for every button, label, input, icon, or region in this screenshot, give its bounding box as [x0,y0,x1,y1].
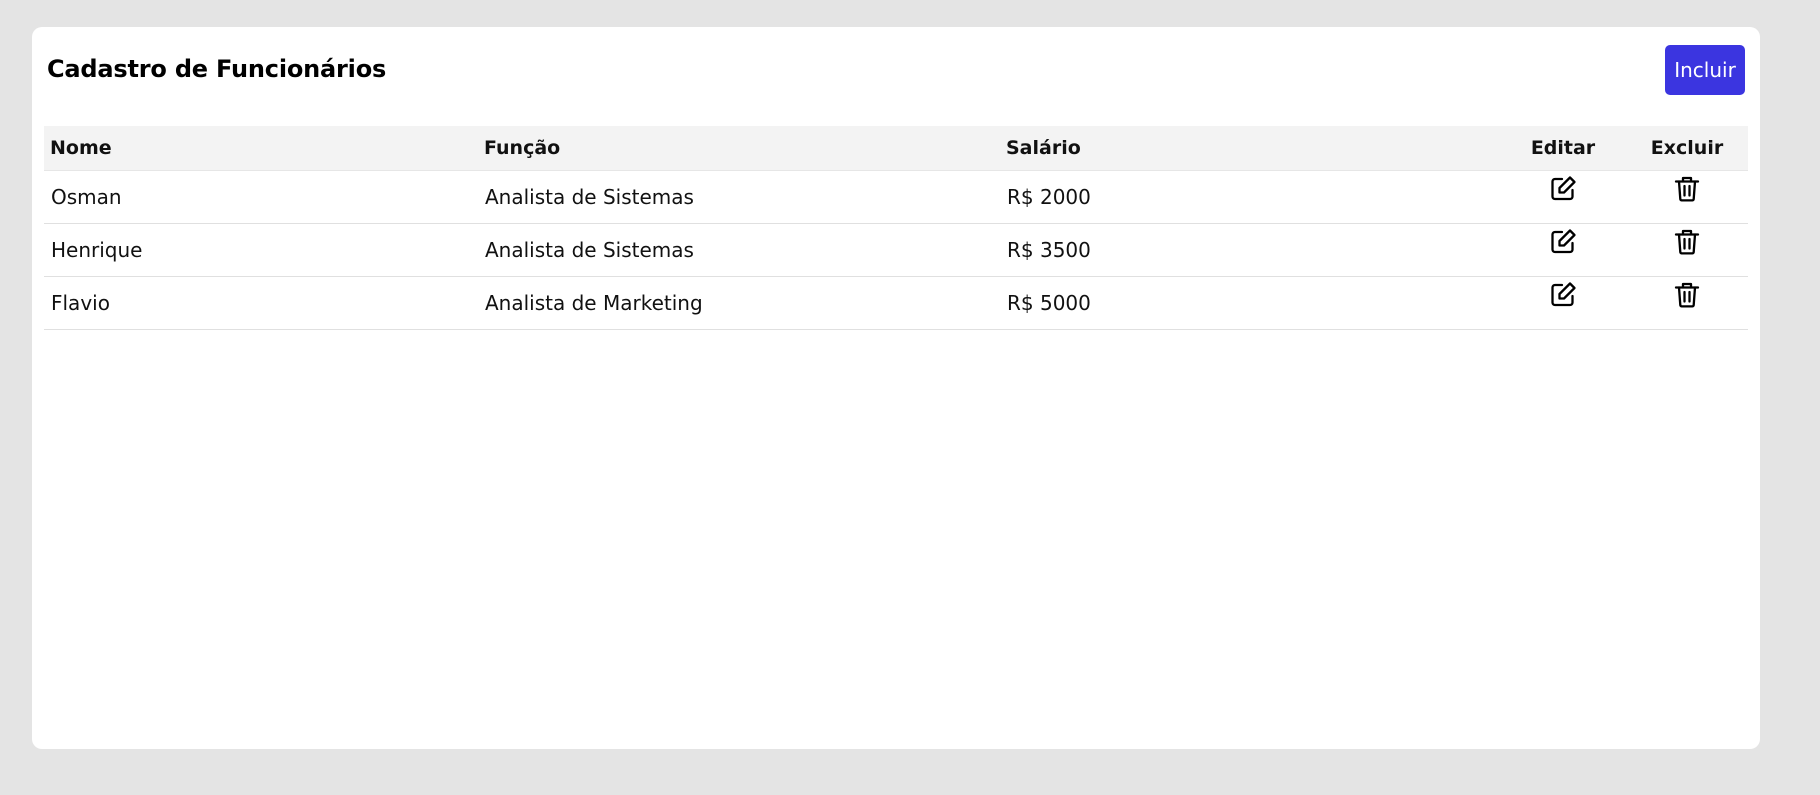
cell-nome: Osman [44,170,478,224]
cell-editar [1500,276,1626,330]
column-header-editar: Editar [1500,126,1626,171]
column-header-nome: Nome [44,126,478,171]
edit-icon[interactable] [1548,174,1578,204]
cell-editar [1500,170,1626,224]
column-header-funcao: Função [478,126,1000,171]
employee-table: Nome Função Salário Editar Excluir Osman… [44,126,1748,330]
cell-nome: Henrique [44,223,478,277]
edit-icon[interactable] [1548,280,1578,310]
employee-card: Cadastro de Funcionários Incluir Nome Fu… [32,27,1760,749]
cell-excluir [1626,276,1748,330]
table-row: Flavio Analista de Marketing R$ 5000 [44,276,1748,330]
cell-funcao: Analista de Sistemas [478,170,1000,224]
edit-icon[interactable] [1548,227,1578,257]
cell-salario: R$ 2000 [1000,170,1500,224]
column-header-salario: Salário [1000,126,1500,171]
cell-funcao: Analista de Marketing [478,276,1000,330]
cell-salario: R$ 3500 [1000,223,1500,277]
cell-funcao: Analista de Sistemas [478,223,1000,277]
cell-excluir [1626,223,1748,277]
cell-editar [1500,223,1626,277]
trash-icon[interactable] [1672,227,1702,257]
page-title: Cadastro de Funcionários [47,55,387,83]
trash-icon[interactable] [1672,174,1702,204]
table-row: Osman Analista de Sistemas R$ 2000 [44,170,1748,224]
column-header-excluir: Excluir [1626,126,1748,171]
table-header-row: Nome Função Salário Editar Excluir [44,126,1748,171]
cell-salario: R$ 5000 [1000,276,1500,330]
cell-excluir [1626,170,1748,224]
add-employee-button[interactable]: Incluir [1665,45,1745,95]
table-row: Henrique Analista de Sistemas R$ 3500 [44,223,1748,277]
card-header: Cadastro de Funcionários Incluir [47,45,1745,105]
trash-icon[interactable] [1672,280,1702,310]
cell-nome: Flavio [44,276,478,330]
